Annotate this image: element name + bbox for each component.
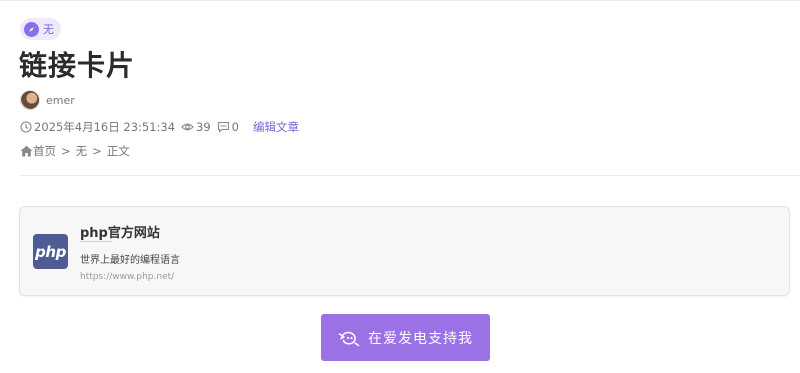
compass-icon bbox=[24, 21, 39, 37]
link-card-url: https://www.php.net/ bbox=[80, 272, 175, 282]
article-page: 无 链接卡片 emer 2025年4月16日 23:51:34 39 0 编辑文… bbox=[0, 0, 800, 373]
edit-article-link[interactable]: 编辑文章 bbox=[253, 119, 299, 135]
author-link[interactable]: emer bbox=[20, 89, 75, 111]
page-title: 链接卡片 bbox=[19, 49, 136, 82]
breadcrumb: 首页 > 无 > 正文 bbox=[20, 142, 130, 160]
support-button[interactable]: 在爱发电支持我 bbox=[321, 314, 490, 361]
home-icon bbox=[20, 145, 33, 157]
category-tag[interactable]: 无 bbox=[20, 18, 61, 40]
link-card[interactable]: php php官方网站 世界上最好的编程语言 https://www.php.n… bbox=[19, 206, 790, 296]
publish-date: 2025年4月16日 23:51:34 bbox=[20, 119, 175, 135]
publish-date-text: 2025年4月16日 23:51:34 bbox=[34, 120, 176, 134]
link-card-title-underline bbox=[80, 241, 112, 242]
breadcrumb-category[interactable]: 无 bbox=[76, 143, 88, 159]
comment-count: 0 bbox=[217, 120, 239, 134]
category-tag-label: 无 bbox=[43, 23, 54, 36]
breadcrumb-home[interactable]: 首页 bbox=[33, 143, 56, 159]
breadcrumb-current: 正文 bbox=[106, 144, 130, 158]
avatar bbox=[20, 90, 40, 110]
breadcrumb-separator: > bbox=[61, 144, 71, 158]
link-card-title: php官方网站 bbox=[80, 226, 160, 241]
clock-icon bbox=[20, 121, 32, 133]
breadcrumb-separator: > bbox=[92, 144, 102, 158]
comment-count-text: 0 bbox=[231, 120, 239, 134]
php-logo: php bbox=[33, 234, 68, 269]
view-count-text: 39 bbox=[196, 120, 211, 134]
view-count: 39 bbox=[181, 120, 211, 134]
comment-icon bbox=[217, 121, 229, 133]
article-meta: 2025年4月16日 23:51:34 39 0 编辑文章 bbox=[20, 118, 299, 136]
author-name: emer bbox=[46, 93, 75, 107]
support-button-label: 在爱发电支持我 bbox=[368, 330, 473, 347]
link-card-description: 世界上最好的编程语言 bbox=[80, 255, 180, 266]
eye-icon bbox=[181, 123, 194, 131]
divider bbox=[19, 175, 800, 176]
afdian-icon bbox=[338, 331, 360, 346]
